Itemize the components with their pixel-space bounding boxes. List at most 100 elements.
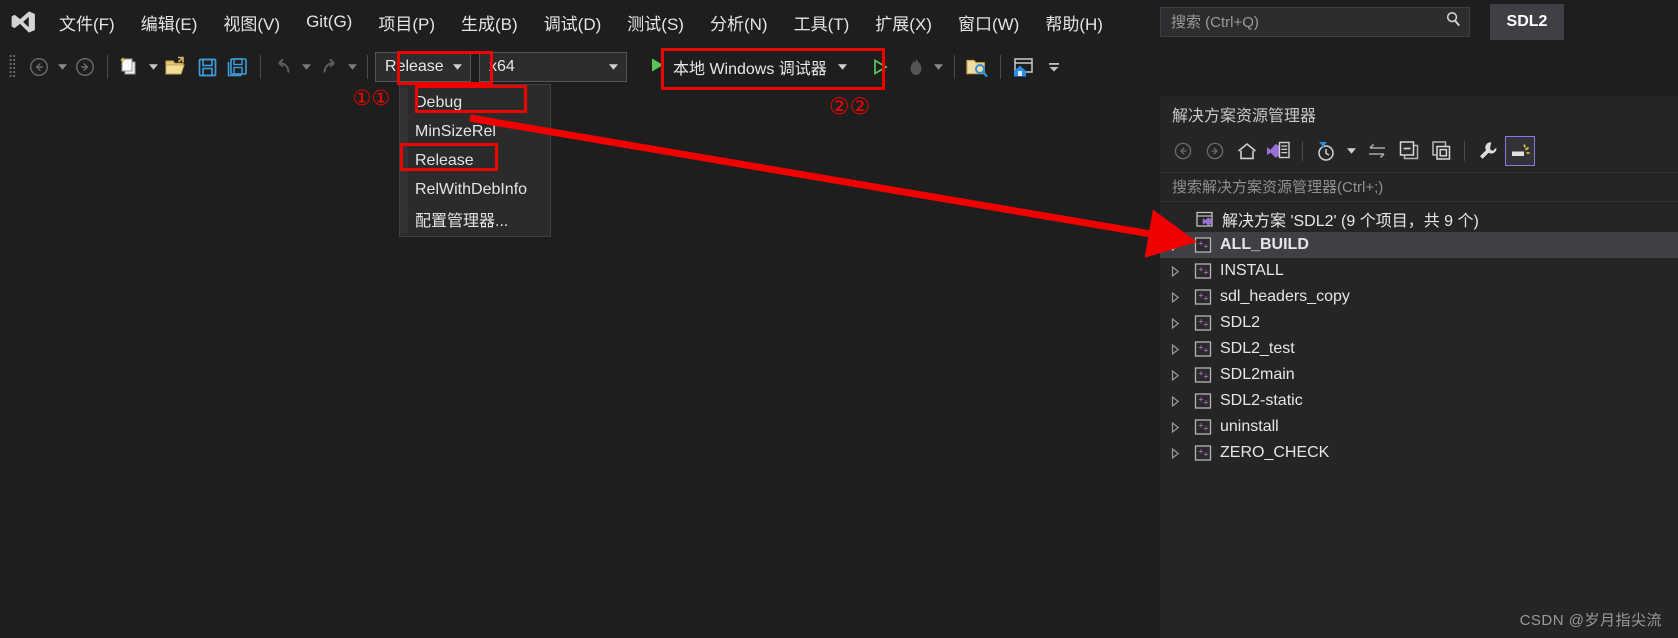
project-label: SDL2	[1220, 314, 1261, 331]
cpp-project-icon: + +	[1190, 263, 1216, 279]
pending-changes-caret-icon[interactable]	[1343, 148, 1360, 154]
expander-icon[interactable]	[1160, 265, 1190, 277]
properties-wrench-icon[interactable]	[1473, 136, 1503, 166]
preview-selected-items-icon[interactable]	[1505, 136, 1535, 166]
debug-target-label: 本地 Windows 调试器	[673, 61, 827, 78]
debug-target-caret-icon[interactable]	[835, 64, 851, 70]
expander-icon[interactable]	[1160, 447, 1190, 459]
navigate-forward-icon[interactable]	[70, 50, 100, 84]
start-without-debugging-icon[interactable]	[865, 50, 895, 84]
redo-icon[interactable]	[314, 50, 344, 84]
save-all-icon[interactable]	[222, 50, 253, 84]
tree-row[interactable]: + + SDL2_test	[1160, 336, 1678, 362]
show-all-files-icon[interactable]	[1426, 136, 1456, 166]
new-item-icon[interactable]	[115, 50, 145, 84]
config-value: Release	[385, 58, 444, 75]
hot-reload-caret-icon[interactable]	[931, 64, 947, 70]
solution-explorer-title: 解决方案资源管理器	[1172, 108, 1317, 125]
drag-grip-icon[interactable]	[0, 52, 24, 82]
se-divider-1	[1302, 141, 1303, 161]
expander-icon[interactable]	[1160, 369, 1190, 381]
back-icon[interactable]	[1168, 136, 1198, 166]
svg-text:+: +	[1203, 347, 1209, 355]
configuration-dropdown-menu[interactable]: Debug MinSizeRel Release RelWithDebInfo …	[399, 84, 551, 237]
tree-row[interactable]: + + INSTALL	[1160, 258, 1678, 284]
tree-row[interactable]: + + sdl_headers_copy	[1160, 284, 1678, 310]
menu-help[interactable]: 帮助(H)	[1032, 0, 1116, 44]
menu-debug[interactable]: 调试(D)	[531, 0, 615, 44]
solution-explorer-view-icon[interactable]	[1264, 136, 1294, 166]
menu-test[interactable]: 测试(S)	[614, 0, 697, 44]
open-file-icon[interactable]	[161, 50, 192, 84]
pending-changes-filter-icon[interactable]	[1311, 136, 1341, 166]
menu-edit[interactable]: 编辑(E)	[128, 0, 211, 44]
project-chip[interactable]: SDL2	[1490, 4, 1564, 40]
dropdown-item-configuration-manager[interactable]: 配置管理器...	[400, 204, 550, 233]
chevron-down-icon[interactable]	[448, 62, 466, 73]
menu-git[interactable]: Git(G)	[293, 0, 365, 44]
save-icon[interactable]	[192, 50, 222, 84]
expander-icon[interactable]	[1160, 343, 1190, 355]
cpp-project-icon: + +	[1190, 315, 1216, 331]
undo-icon[interactable]	[268, 50, 298, 84]
dropdown-item-minsizerel[interactable]: MinSizeRel	[400, 117, 550, 146]
expander-icon[interactable]	[1160, 421, 1190, 433]
dropdown-item-release[interactable]: Release	[400, 146, 550, 175]
menu-project[interactable]: 项目(P)	[365, 0, 448, 44]
tree-row[interactable]: + + SDL2	[1160, 310, 1678, 336]
global-search-box[interactable]	[1160, 7, 1470, 37]
tree-row[interactable]: + + SDL2-static	[1160, 388, 1678, 414]
solution-explorer-search[interactable]	[1160, 172, 1678, 202]
dropdown-item-debug[interactable]: Debug	[400, 88, 550, 117]
dropdown-item-relwithdebinfo[interactable]: RelWithDebInfo	[400, 175, 550, 204]
play-icon	[650, 57, 665, 78]
platform-chevron-down-icon[interactable]	[604, 62, 622, 73]
menu-build[interactable]: 生成(B)	[448, 0, 531, 44]
menu-tools[interactable]: 工具(T)	[781, 0, 863, 44]
forward-icon[interactable]	[1200, 136, 1230, 166]
expander-icon[interactable]	[1160, 239, 1190, 251]
solution-platforms-combo[interactable]: x64	[479, 52, 627, 82]
tree-row[interactable]: + + SDL2main	[1160, 362, 1678, 388]
tree-row[interactable]: + + uninstall	[1160, 414, 1678, 440]
back-history-caret-icon[interactable]	[54, 64, 70, 70]
svg-text:+: +	[1203, 451, 1209, 459]
solution-explorer-panel: 解决方案资源管理器 搜索解决方案资源管理器(Ctrl+;) 解决方案 'SDL2…	[1160, 96, 1678, 638]
hot-reload-icon[interactable]	[901, 50, 931, 84]
expander-icon[interactable]	[1160, 291, 1190, 303]
navigate-back-icon[interactable]	[24, 50, 54, 84]
home-icon[interactable]	[1232, 136, 1262, 166]
toolbar-divider-2	[260, 55, 261, 79]
sync-with-active-document-icon[interactable]	[1362, 136, 1392, 166]
tree-row[interactable]: + + ALL_BUILD	[1160, 232, 1678, 258]
collapse-all-icon[interactable]	[1394, 136, 1424, 166]
menu-analyze[interactable]: 分析(N)	[697, 0, 781, 44]
solution-configurations-combo[interactable]: Release	[375, 52, 471, 82]
global-search-input[interactable]	[1171, 13, 1444, 31]
new-item-caret-icon[interactable]	[145, 64, 161, 70]
menu-window[interactable]: 窗口(W)	[945, 0, 1032, 44]
toolbar-overflow-icon[interactable]	[1039, 50, 1069, 84]
toolbar-divider-5	[999, 55, 1001, 79]
menu-file[interactable]: 文件(F)	[46, 0, 128, 44]
cpp-project-icon: + +	[1190, 341, 1216, 357]
menu-view[interactable]: 视图(V)	[210, 0, 293, 44]
tree-row[interactable]: + + ZERO_CHECK	[1160, 440, 1678, 466]
platform-value: x64	[489, 58, 515, 75]
undo-caret-icon[interactable]	[298, 64, 314, 70]
project-label: SDL2main	[1220, 366, 1295, 383]
menu-extensions[interactable]: 扩展(X)	[862, 0, 945, 44]
project-label: SDL2-static	[1220, 392, 1303, 409]
solution-explorer-search-input[interactable]	[1172, 178, 1678, 196]
project-label: SDL2_test	[1220, 340, 1295, 357]
solution-root-node[interactable]: 解决方案 'SDL2' (9 个项目，共 9 个)	[1160, 206, 1678, 232]
cpp-project-icon: + +	[1190, 289, 1216, 305]
window-home-icon[interactable]	[1008, 50, 1039, 84]
find-in-files-icon[interactable]	[962, 50, 993, 84]
expander-icon[interactable]	[1160, 395, 1190, 407]
watermark: CSDN @岁月指尖流	[1519, 612, 1662, 629]
start-debugging-button[interactable]: 本地 Windows 调试器	[641, 51, 857, 83]
redo-caret-icon[interactable]	[344, 64, 360, 70]
solution-icon	[1192, 211, 1218, 228]
expander-icon[interactable]	[1160, 317, 1190, 329]
